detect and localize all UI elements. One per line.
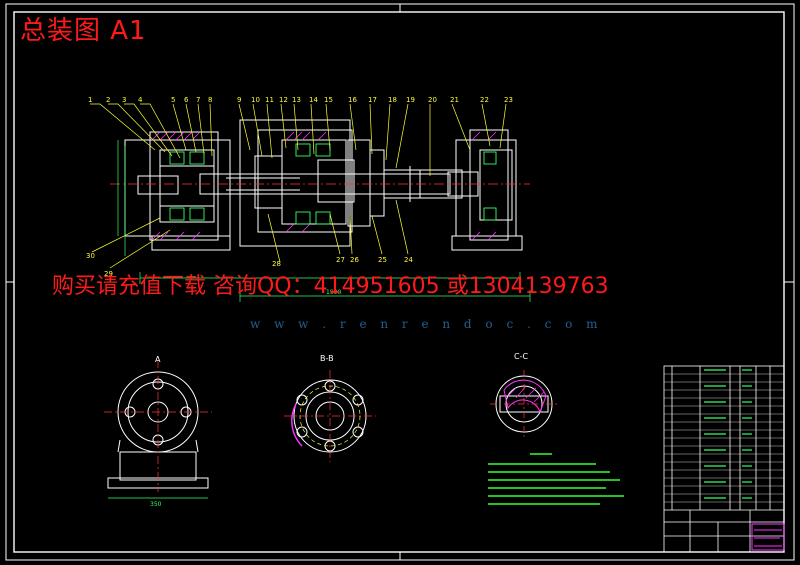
part-callout-19: 19 [406,96,415,104]
part-callout-10: 10 [251,96,260,104]
part-callout-3: 3 [122,96,126,104]
view-bb-label: B-B [320,354,334,363]
base-width-dimension: 350 [150,501,162,508]
part-callout-2: 2 [106,96,110,104]
part-callout-13: 13 [292,96,301,104]
part-callout-17: 17 [368,96,377,104]
parts-list-entries [704,369,752,499]
part-callout-26: 26 [350,256,359,264]
part-callout-15: 15 [324,96,333,104]
part-callout-4: 4 [138,96,143,104]
part-callout-12: 12 [279,96,288,104]
parts-list-rows [664,373,784,503]
part-callout-11: 11 [265,96,274,104]
part-callout-16: 16 [348,96,357,104]
part-callout-21: 21 [450,96,459,104]
view-bb-centerlines [284,370,376,462]
part-callout-25: 25 [378,256,387,264]
callout-leaders-bottom [91,199,409,269]
view-a-label: A [155,355,161,364]
part-callout-6: 6 [184,96,189,104]
part-callout-20: 20 [428,96,437,104]
part-callout-1: 1 [88,96,92,104]
part-callout-8: 8 [208,96,212,104]
part-callout-28: 28 [272,260,281,268]
part-callout-24: 24 [404,256,413,264]
part-callout-23: 23 [504,96,513,104]
promo-banner: 购买请充值下载 咨询QQ：414951605 或1304139763 [52,274,609,299]
part-callout-7: 7 [196,96,200,104]
drawing-title: 总装图 A1 [20,16,147,46]
callout-numbers-top: 1 2 3 4 5 6 7 8 9 10 11 12 13 14 15 16 17 18 19 20 21 22 23 [88,96,513,104]
view-cc-centerlines [490,370,558,438]
part-callout-27: 27 [336,256,345,264]
watermark-url: w w w . r e n r e n d o c . c o m [250,317,603,331]
part-callout-22: 22 [480,96,489,104]
part-callout-18: 18 [388,96,397,104]
view-cc-label: C-C [514,352,528,361]
title-block-magenta-lines [754,529,782,547]
technical-notes [488,453,624,505]
part-callout-5: 5 [171,96,175,104]
part-callout-14: 14 [309,96,318,104]
part-callout-9: 9 [237,96,241,104]
part-callout-30: 30 [86,252,95,260]
